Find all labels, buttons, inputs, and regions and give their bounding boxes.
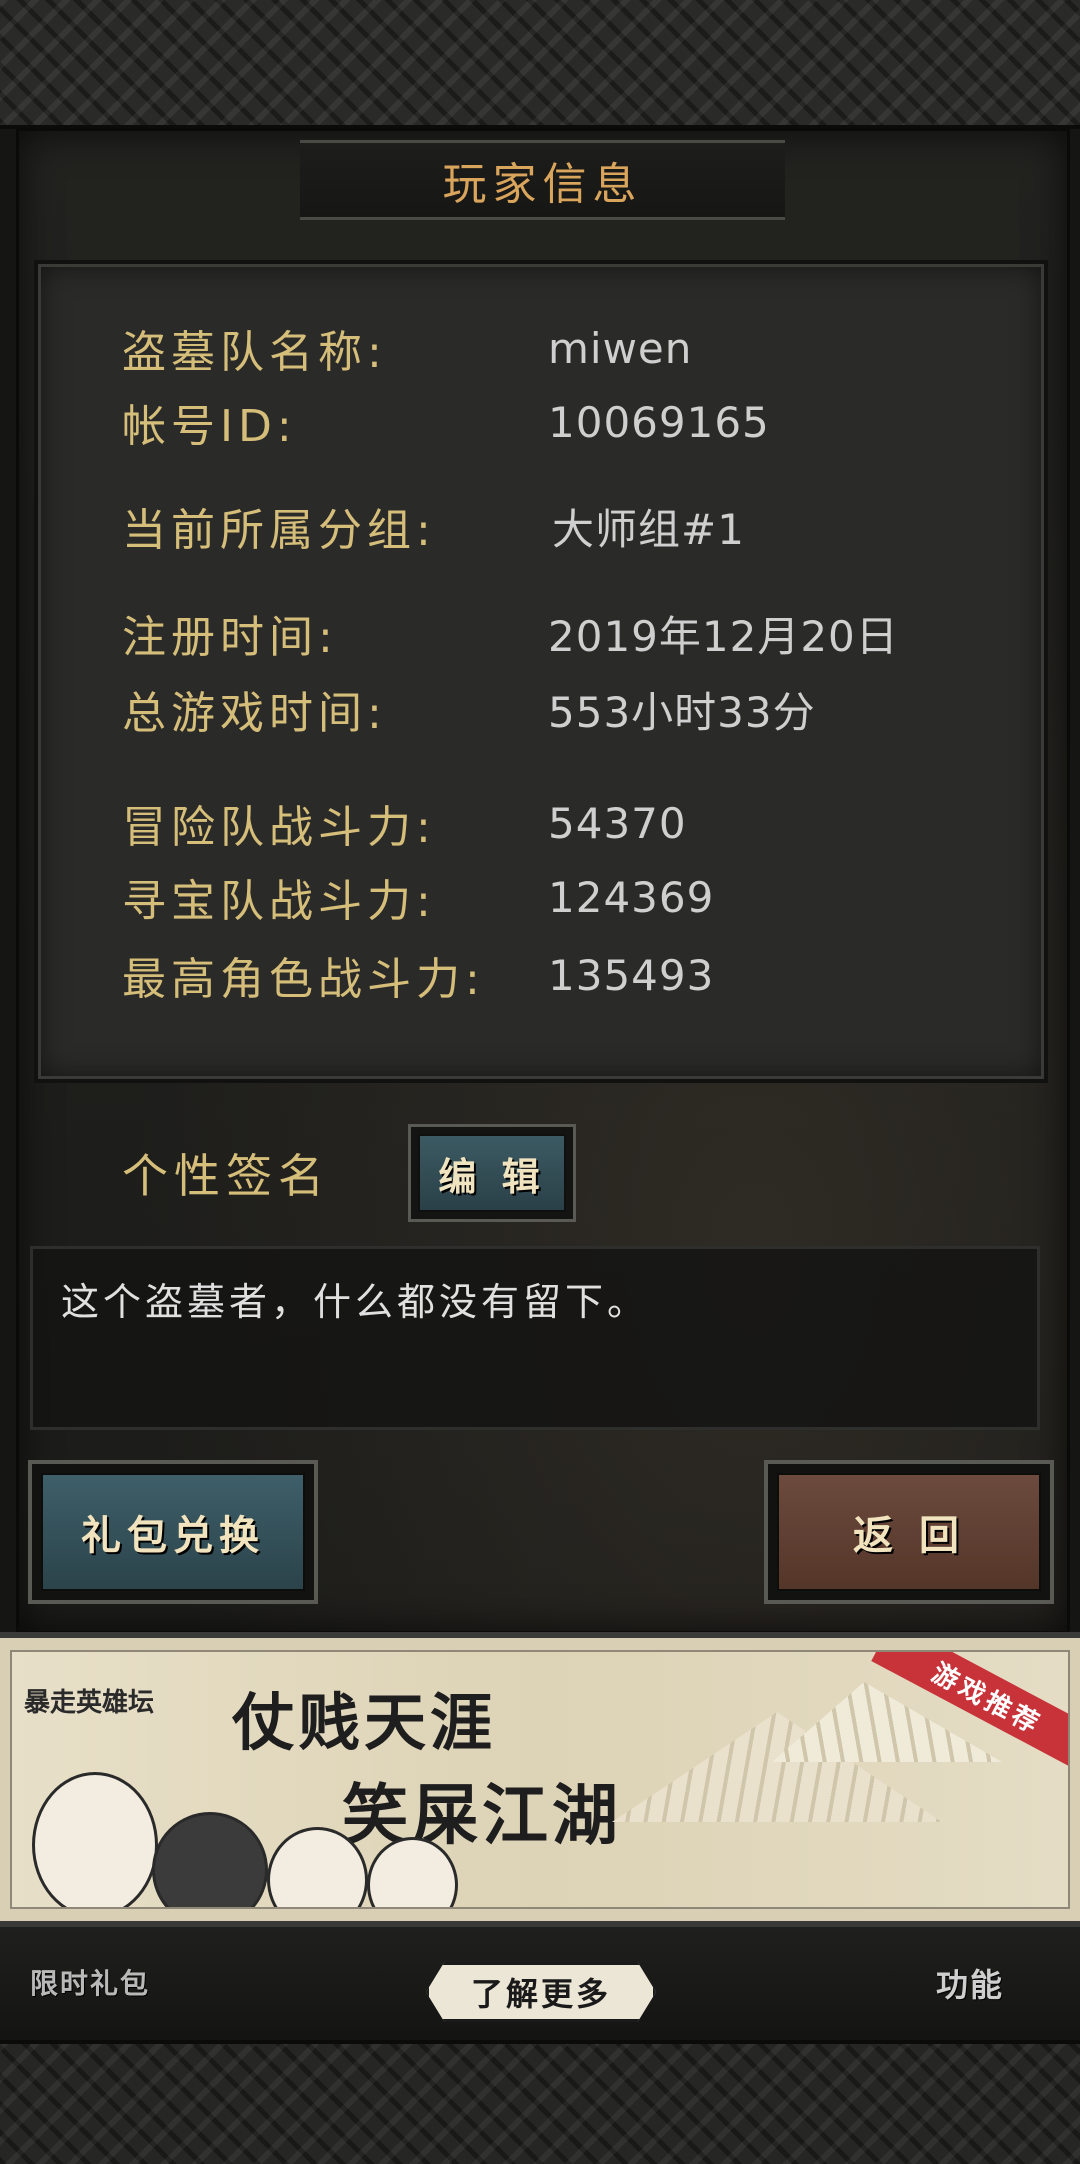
ad-headline-1: 仗贱天涯 — [232, 1686, 497, 1759]
top-decoration — [0, 0, 1080, 129]
bottom-decoration — [0, 2040, 1080, 2164]
back-button[interactable]: 返 回 — [764, 1460, 1054, 1604]
info-row-treasure-power: 寻宝队战斗力: — [122, 867, 436, 927]
adventure-power-value: 54370 — [548, 798, 687, 848]
ad-character-2 — [152, 1812, 268, 1907]
back-label: 返 回 — [777, 1473, 1041, 1591]
info-row-register: 注册时间: — [122, 603, 338, 663]
top-role-power-label: 最高角色战斗力: — [122, 954, 485, 1005]
nav-limited-gift[interactable]: 限时礼包 — [30, 1962, 150, 2002]
page-title: 玩家信息 — [442, 159, 643, 210]
ad-logo: 暴走英雄坛 — [24, 1688, 155, 1718]
ad-artwork: 暴走英雄坛 仗贱天涯 笑屎江湖 游戏推荐 — [10, 1650, 1070, 1909]
treasure-power-value: 124369 — [548, 872, 715, 922]
ad-headline-2: 笑屎江湖 — [342, 1776, 622, 1854]
learn-more-button[interactable]: 了解更多 — [426, 1962, 656, 2022]
info-row-team-name: 盗墓队名称: — [122, 318, 387, 378]
account-id-label: 帐号ID: — [122, 401, 297, 452]
team-name-value: miwen — [548, 323, 693, 373]
top-role-power-value: 135493 — [548, 950, 715, 1000]
team-name-label: 盗墓队名称: — [122, 327, 387, 378]
group-label: 当前所属分组: — [122, 505, 436, 556]
nav-functions[interactable]: 功能 — [936, 1960, 1004, 2006]
signature-text: 这个盗墓者，什么都没有留下。 — [61, 1280, 650, 1324]
gift-exchange-button[interactable]: 礼包兑换 — [28, 1460, 318, 1604]
info-row-top-role-power: 最高角色战斗力: — [122, 945, 485, 1005]
adventure-power-label: 冒险队战斗力: — [122, 802, 436, 853]
treasure-power-label: 寻宝队战斗力: — [122, 876, 436, 927]
edit-button-label: 编 辑 — [418, 1134, 566, 1212]
gift-exchange-label: 礼包兑换 — [41, 1473, 305, 1591]
ad-character-1 — [32, 1772, 158, 1907]
account-id-value: 10069165 — [548, 397, 770, 447]
info-row-group: 当前所属分组: — [122, 496, 436, 556]
play-time-value: 553小时33分 — [548, 687, 816, 737]
info-row-play-time: 总游戏时间: — [122, 679, 387, 739]
register-label: 注册时间: — [122, 612, 338, 663]
signature-box[interactable]: 这个盗墓者，什么都没有留下。 — [30, 1246, 1040, 1430]
info-row-adventure-power: 冒险队战斗力: — [122, 793, 436, 853]
register-value: 2019年12月20日 — [548, 611, 899, 661]
group-value: 大师组#1 — [552, 504, 745, 554]
play-time-label: 总游戏时间: — [122, 688, 387, 739]
info-row-account-id: 帐号ID: — [122, 392, 297, 452]
title-bar: 玩家信息 — [300, 140, 785, 220]
edit-signature-button[interactable]: 编 辑 — [408, 1124, 576, 1222]
ad-banner[interactable]: 暴走英雄坛 仗贱天涯 笑屎江湖 游戏推荐 — [0, 1632, 1080, 1927]
signature-label: 个性签名 — [122, 1149, 330, 1203]
